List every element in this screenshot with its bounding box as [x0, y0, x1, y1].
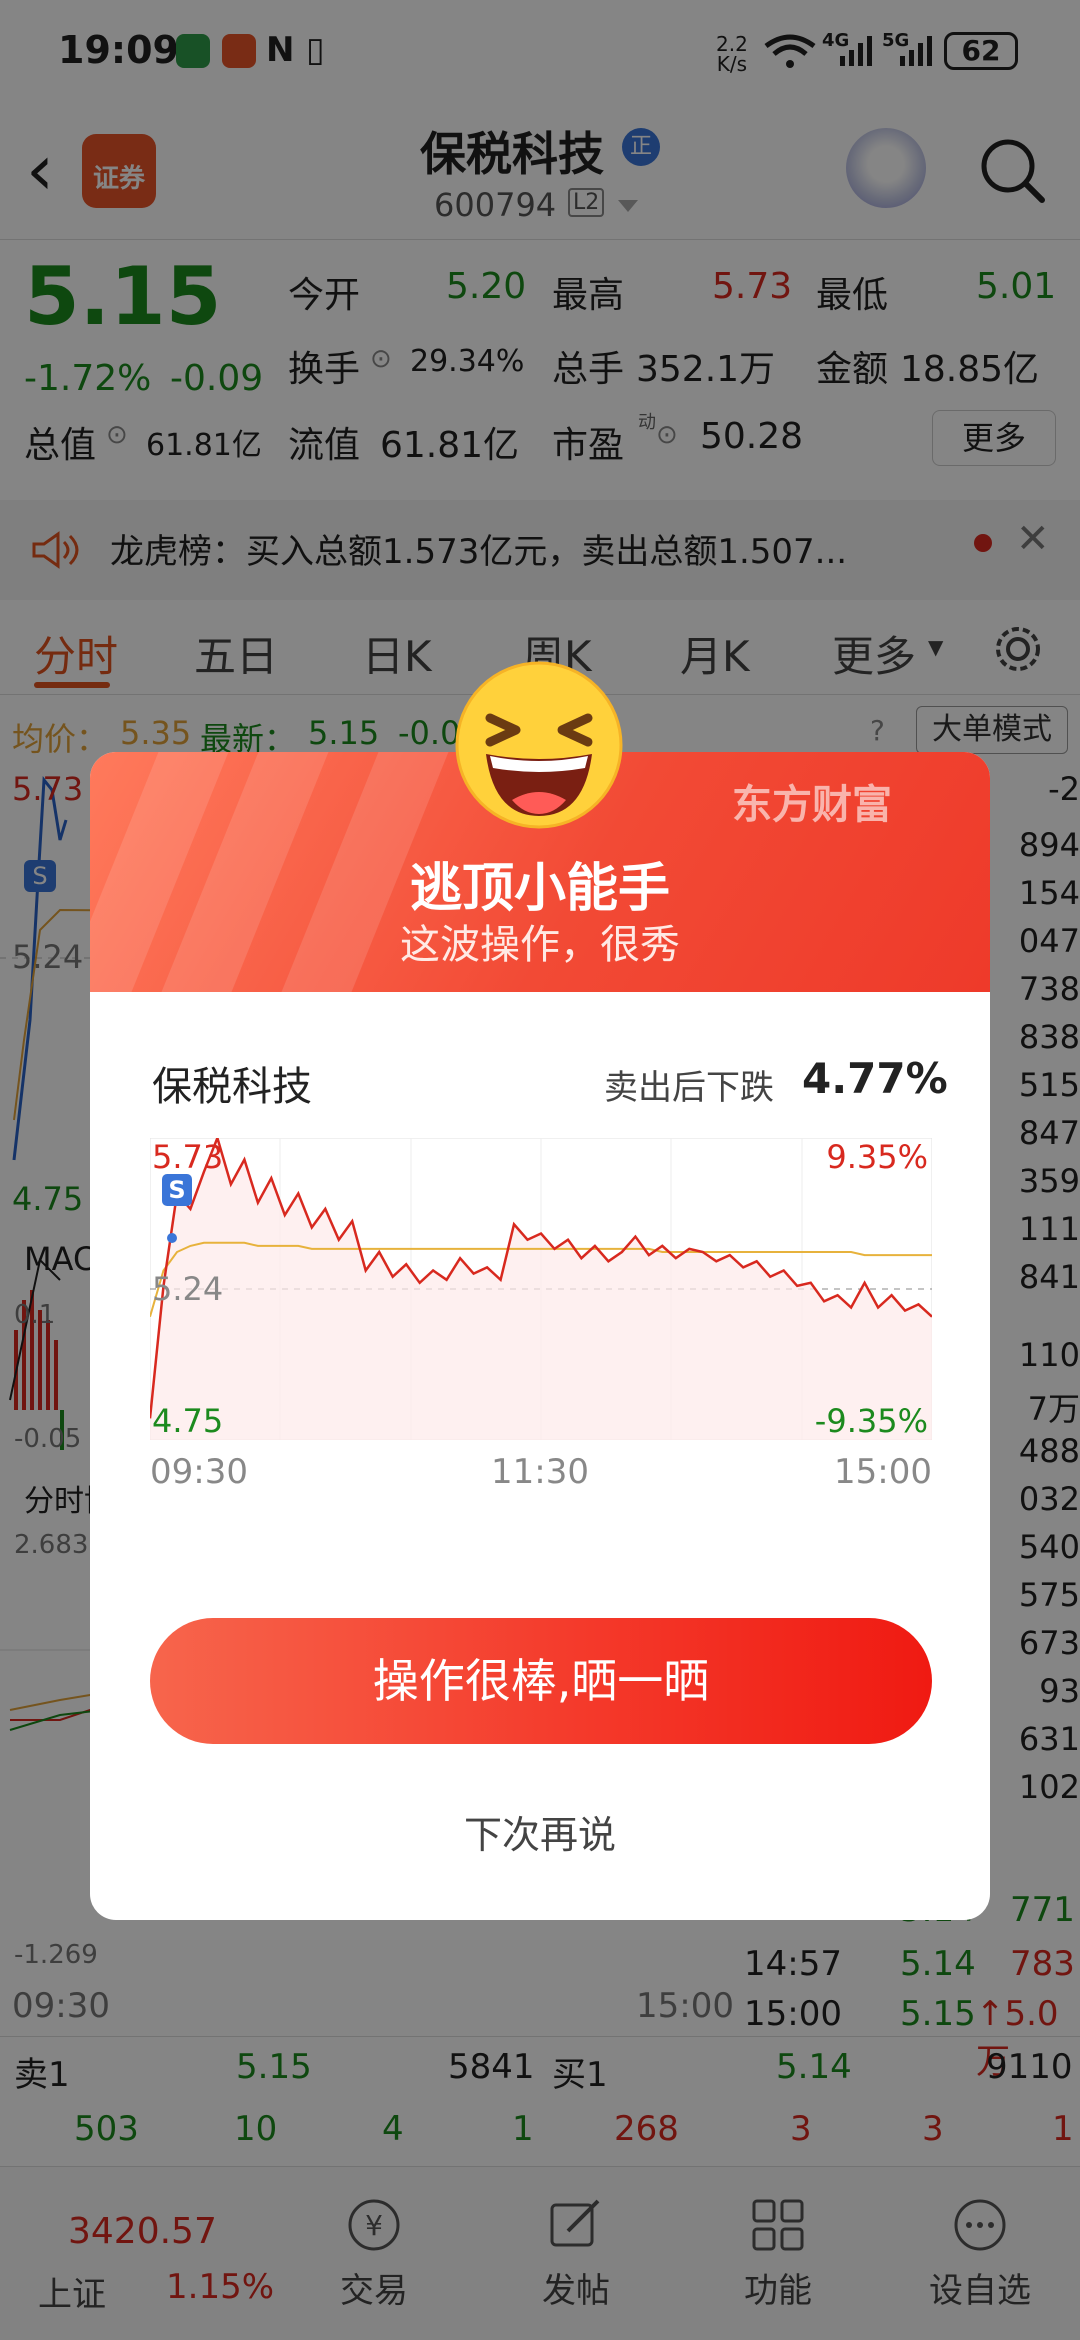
fall-after-sell-label: 卖出后下跌	[604, 1068, 774, 1108]
dialog-subtitle: 这波操作，很秀	[400, 922, 680, 968]
pct-high-label: 9.35%	[826, 1138, 928, 1176]
dialog-stock-name: 保税科技	[152, 1064, 312, 1110]
pct-low-label: -9.35%	[815, 1402, 928, 1440]
later-button[interactable]: 下次再说	[90, 1804, 990, 1859]
x-tick-label: 15:00	[834, 1452, 932, 1492]
laughing-emoji-icon	[455, 661, 623, 829]
dialog-title: 逃顶小能手	[409, 859, 670, 919]
fall-after-sell-value: 4.77%	[802, 1054, 948, 1103]
brand-watermark: 东方财富	[732, 782, 892, 828]
share-button[interactable]: 操作很棒,晒一晒	[150, 1618, 932, 1744]
y-mid-label: 5.24	[152, 1270, 223, 1308]
y-high-label: 5.73	[152, 1138, 223, 1176]
y-low-label: 4.75	[152, 1402, 223, 1440]
sell-point	[167, 1233, 177, 1243]
sell-top-achievement-dialog: 东方财富 逃顶小能手 这波操作，很秀 保税科技 卖出后下跌 4.77% S 5.…	[90, 752, 990, 1920]
dialog-intraday-chart: S 5.73 5.24 4.75 9.35% -9.35%	[150, 1138, 932, 1440]
sell-marker-text: S	[168, 1176, 185, 1204]
